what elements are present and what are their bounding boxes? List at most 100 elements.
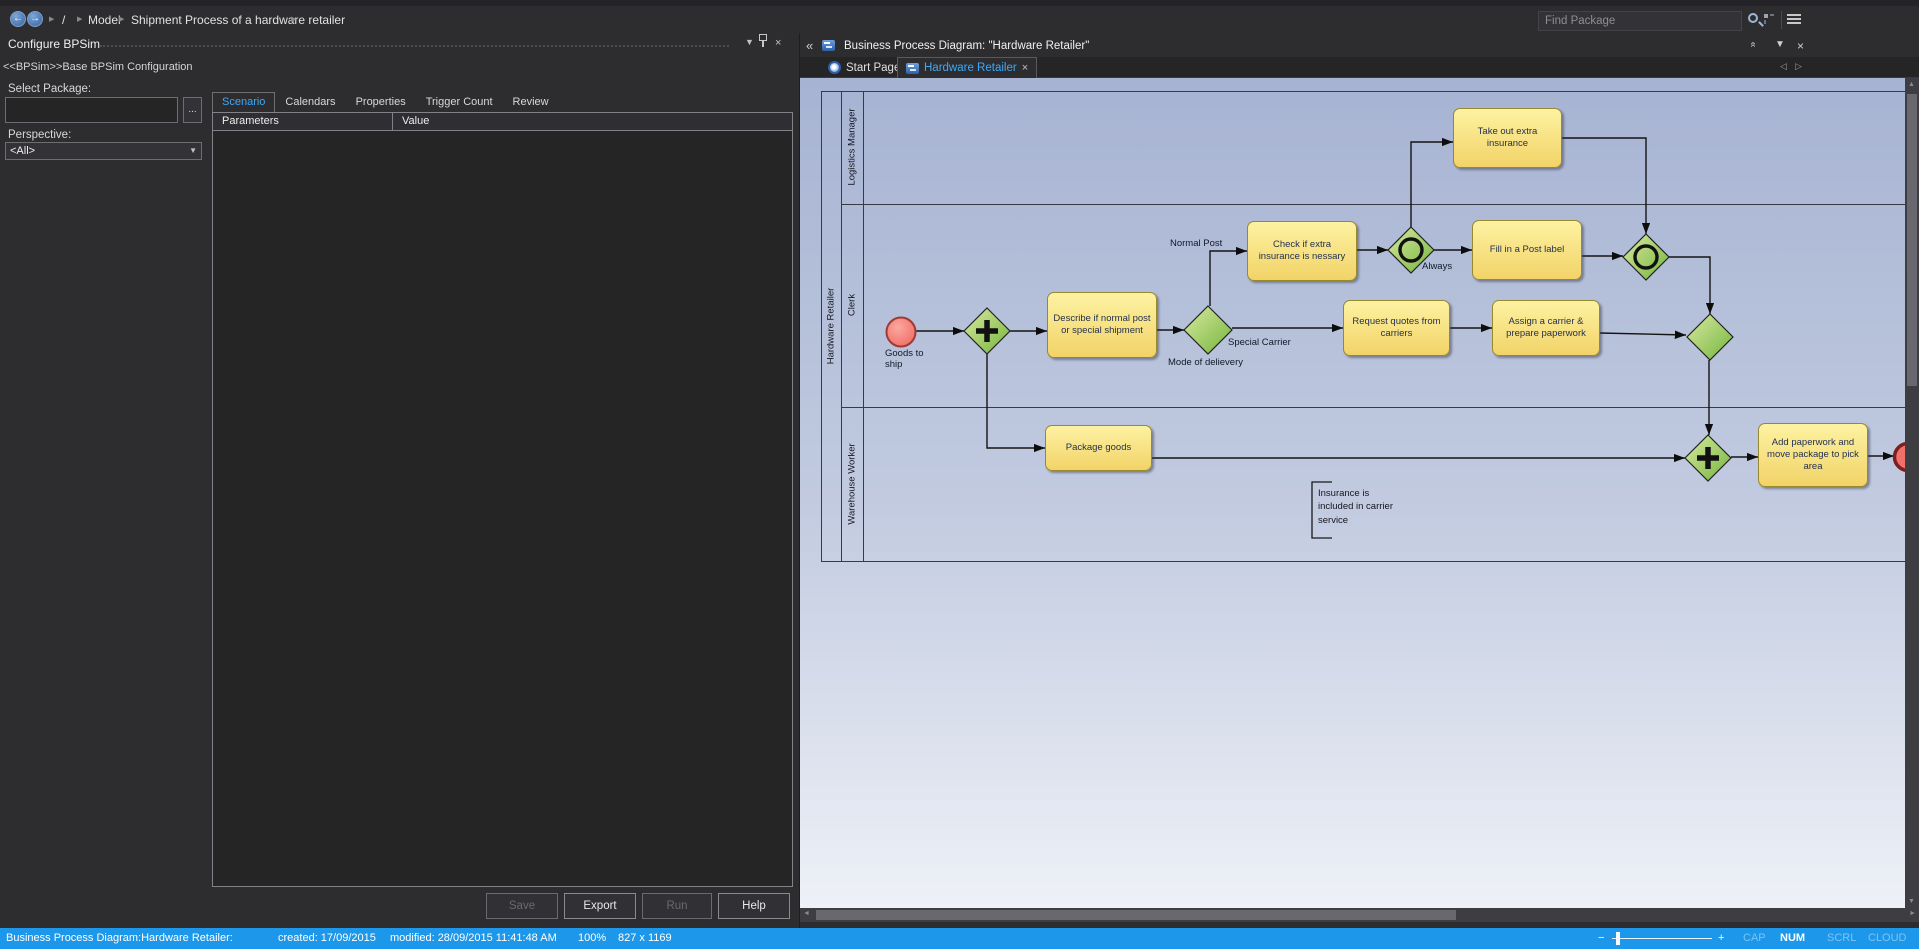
task-take-out-extra-insurance[interactable]: Take out extra insurance: [1453, 108, 1562, 168]
forward-icon: →: [30, 13, 40, 24]
horizontal-scrollbar-thumb[interactable]: [816, 910, 1456, 920]
vertical-scrollbar-thumb[interactable]: [1907, 94, 1917, 386]
zoom-in-icon[interactable]: +: [1718, 928, 1724, 949]
back-button[interactable]: ←: [10, 11, 26, 27]
pool-label: Hardware Retailer: [826, 288, 837, 365]
tab-hardware-retailer[interactable]: Hardware Retailer ×: [897, 57, 1037, 78]
document-tab-strip: Start Page Hardware Retailer × ◁ ▷: [800, 57, 1919, 78]
close-icon[interactable]: ×: [1797, 39, 1804, 53]
forward-button[interactable]: →: [27, 11, 43, 27]
diagram-canvas[interactable]: Hardware Retailer Logistics Manager Cler…: [800, 78, 1919, 908]
perspective-label: Perspective:: [8, 129, 71, 141]
pin-icon[interactable]: [762, 40, 764, 47]
edge-label-normal-post: Normal Post: [1170, 238, 1222, 249]
zoom-slider-track[interactable]: [1612, 938, 1712, 939]
status-bar: Business Process Diagram:Hardware Retail…: [0, 928, 1919, 949]
save-button[interactable]: Save: [486, 893, 558, 919]
indicator-scroll-lock: SCRL: [1827, 928, 1856, 949]
tab-scroll-right-icon[interactable]: ▷: [1795, 61, 1802, 72]
tab-start-page[interactable]: Start Page: [820, 57, 909, 78]
close-icon[interactable]: ×: [775, 37, 781, 49]
edge-label-special-carrier: Special Carrier: [1228, 337, 1291, 348]
model-search-icon[interactable]: [1764, 14, 1776, 26]
close-tab-icon[interactable]: ×: [1022, 62, 1028, 74]
indicator-cloud: CLOUD: [1868, 928, 1907, 949]
status-created: created: 17/09/2015: [278, 928, 376, 949]
task-package-goods[interactable]: Package goods: [1045, 425, 1152, 471]
menu-dropdown-icon[interactable]: ▼: [1775, 39, 1785, 50]
chevron-icon: ▶: [77, 15, 82, 23]
tab-review[interactable]: Review: [503, 92, 559, 113]
expand-up-icon[interactable]: «: [1747, 42, 1758, 48]
parameters-table-header: Parameters Value: [213, 113, 792, 131]
back-icon: ←: [13, 13, 23, 24]
gateway-label-mode-of-delivery: Mode of delievery: [1168, 357, 1243, 368]
search-icon[interactable]: [1748, 13, 1758, 23]
divider: [1781, 11, 1782, 29]
chevron-down-icon: ▼: [189, 143, 197, 159]
start-page-label: Start Page: [846, 62, 900, 74]
vertical-scrollbar[interactable]: ▲ ▼: [1905, 78, 1919, 908]
task-fill-in-post-label[interactable]: Fill in a Post label: [1472, 220, 1582, 280]
tab-properties[interactable]: Properties: [346, 92, 416, 113]
diagram-header: « Business Process Diagram: "Hardware Re…: [800, 37, 1919, 57]
perspective-select[interactable]: <All> ▼: [5, 142, 202, 160]
lane-strip-divider: [863, 91, 864, 562]
parameters-table-body[interactable]: [213, 131, 792, 887]
indicator-num-lock: NUM: [1780, 928, 1805, 949]
run-button[interactable]: Run: [642, 893, 712, 919]
annotation-text[interactable]: Insurance is included in carrier service: [1318, 487, 1394, 527]
lane-label-warehouse-worker: Warehouse Worker: [847, 443, 858, 524]
lane-label-logistics-manager: Logistics Manager: [847, 108, 858, 185]
tab-scroll-left-icon[interactable]: ◁: [1780, 61, 1787, 72]
chevron-icon: ▶: [49, 15, 54, 23]
diagram-panel: « Business Process Diagram: "Hardware Re…: [800, 33, 1919, 928]
panel-menu-icon[interactable]: ▼: [745, 37, 754, 47]
task-assign-carrier[interactable]: Assign a carrier & prepare paperwork: [1492, 300, 1600, 356]
tab-trigger-count[interactable]: Trigger Count: [416, 92, 503, 113]
task-add-paperwork[interactable]: Add paperwork and move package to pick a…: [1758, 423, 1868, 487]
chevron-icon: ▶: [119, 15, 124, 23]
column-value[interactable]: Value: [393, 113, 792, 130]
help-button[interactable]: Help: [718, 893, 790, 919]
scroll-down-icon[interactable]: ▼: [1908, 898, 1915, 905]
scroll-up-icon[interactable]: ▲: [1908, 81, 1915, 88]
tab-scenario[interactable]: Scenario: [212, 92, 275, 113]
horizontal-scrollbar[interactable]: ◄ ►: [800, 908, 1919, 922]
indicator-caps-lock: CAP: [1743, 928, 1766, 949]
scroll-left-icon[interactable]: ◄: [803, 910, 810, 917]
hamburger-menu-icon[interactable]: [1787, 14, 1801, 26]
column-parameters[interactable]: Parameters: [213, 113, 393, 130]
title-separator: [100, 45, 729, 47]
zoom-out-icon[interactable]: −: [1598, 928, 1604, 949]
collapse-left-icon[interactable]: «: [806, 38, 813, 53]
tab-calendars[interactable]: Calendars: [275, 92, 345, 113]
configure-bpsim-panel: Configure BPSim ▼ × <<BPSim>>Base BPSim …: [0, 33, 800, 928]
zoom-slider-thumb[interactable]: [1616, 932, 1620, 945]
find-package-input[interactable]: [1538, 11, 1742, 31]
status-modified: modified: 28/09/2015 11:41:48 AM: [390, 928, 557, 949]
browse-button[interactable]: ...: [183, 97, 202, 123]
task-request-quotes[interactable]: Request quotes from carriers: [1343, 300, 1450, 356]
scenario-content: Parameters Value: [212, 112, 793, 887]
task-check-if-extra-insurance[interactable]: Check if extra insurance is nessary: [1247, 221, 1357, 281]
status-document: Business Process Diagram:Hardware Retail…: [6, 928, 233, 949]
chevron-icon: ▶: [291, 15, 296, 23]
bpsim-configuration-label: <<BPSim>>Base BPSim Configuration: [3, 61, 193, 73]
application-window: ← → ▶ / ▶ Model ▶ Shipment Process of a …: [0, 0, 1919, 949]
select-package-input[interactable]: [5, 97, 178, 123]
breadcrumb-model[interactable]: Model: [88, 13, 121, 27]
pool-name-divider: [841, 91, 842, 562]
diagram-icon: [822, 40, 835, 51]
status-zoom: 100%: [578, 928, 606, 949]
breadcrumb-package[interactable]: Shipment Process of a hardware retailer: [131, 13, 345, 27]
main-area: Configure BPSim ▼ × <<BPSim>>Base BPSim …: [0, 33, 1919, 928]
breadcrumb-root[interactable]: /: [62, 13, 65, 27]
breadcrumb-bar: ← → ▶ / ▶ Model ▶ Shipment Process of a …: [0, 6, 1919, 34]
perspective-value: <All>: [10, 145, 35, 157]
status-size: 827 x 1169: [618, 928, 672, 949]
export-button[interactable]: Export: [564, 893, 636, 919]
diagram-title: Business Process Diagram: "Hardware Reta…: [844, 40, 1089, 52]
scroll-right-icon[interactable]: ►: [1909, 910, 1916, 917]
task-describe-post-or-special[interactable]: Describe if normal post or special shipm…: [1047, 292, 1157, 358]
